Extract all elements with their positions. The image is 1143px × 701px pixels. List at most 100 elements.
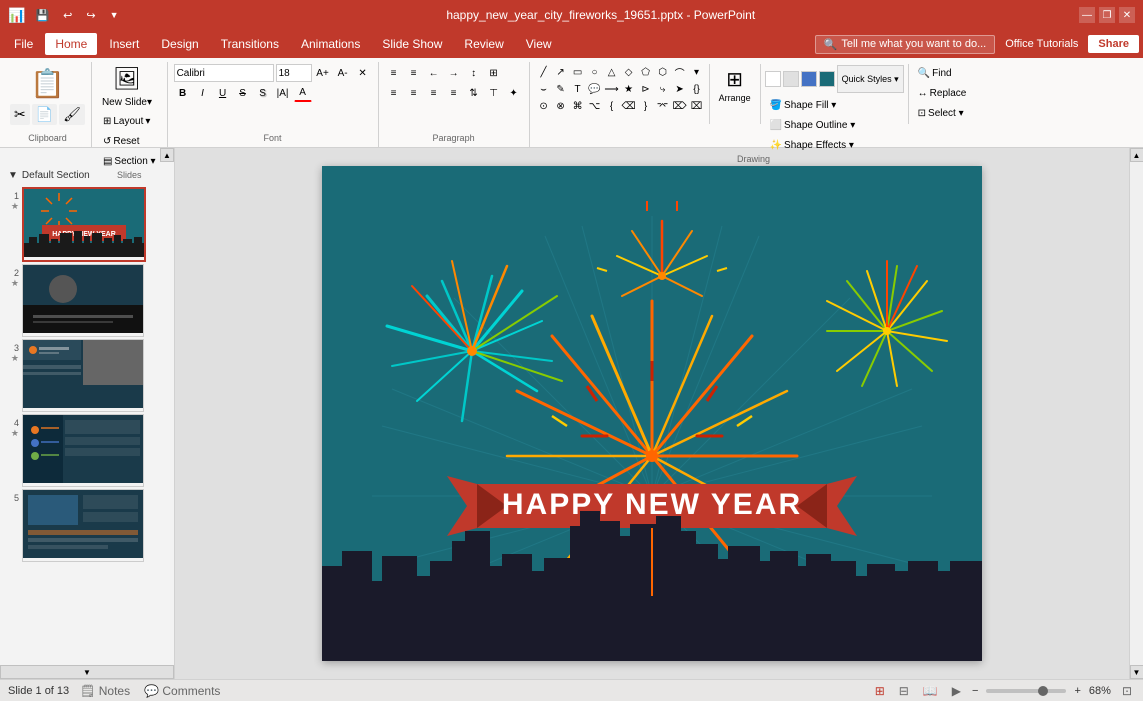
menu-review[interactable]: Review bbox=[454, 33, 513, 55]
shape-action[interactable]: ⊙ bbox=[536, 98, 552, 114]
find-button[interactable]: 🔍 Find bbox=[913, 64, 972, 82]
align-text-button[interactable]: ⊤ bbox=[485, 84, 503, 102]
reading-view-button[interactable]: 📖 bbox=[920, 683, 941, 699]
shape-hexagon[interactable]: ⬡ bbox=[655, 64, 671, 80]
style-swatch-2[interactable] bbox=[783, 71, 799, 87]
strikethrough-button[interactable]: S bbox=[234, 84, 252, 102]
shape-arrow[interactable]: ↗ bbox=[553, 64, 569, 80]
increase-indent-button[interactable]: → bbox=[445, 64, 463, 82]
style-swatch-1[interactable] bbox=[765, 71, 781, 87]
shape-triangle[interactable]: △ bbox=[604, 64, 620, 80]
copy-button[interactable]: 📄 bbox=[32, 104, 57, 125]
bullets-button[interactable]: ≡ bbox=[385, 64, 403, 82]
slide-thumb-4[interactable] bbox=[22, 414, 144, 487]
replace-button[interactable]: ↔ Replace bbox=[913, 84, 972, 102]
paste-button[interactable]: 📋 bbox=[27, 64, 68, 103]
quick-styles-button[interactable]: Quick Styles ▾ bbox=[837, 65, 904, 93]
shape-ribbon[interactable]: ⌘ bbox=[570, 98, 586, 114]
shape-rect[interactable]: ▭ bbox=[570, 64, 586, 80]
underline-button[interactable]: U bbox=[214, 84, 232, 102]
slideshow-button[interactable]: ▶ bbox=[949, 683, 964, 699]
columns-button[interactable]: ⊞ bbox=[485, 64, 503, 82]
share-button[interactable]: Share bbox=[1088, 35, 1139, 53]
menu-design[interactable]: Design bbox=[151, 33, 208, 55]
font-name-input[interactable] bbox=[174, 64, 274, 82]
increase-font-size-button[interactable]: A+ bbox=[314, 64, 332, 82]
qat-undo[interactable]: ↩ bbox=[59, 7, 76, 24]
align-left-button[interactable]: ≡ bbox=[385, 84, 403, 102]
select-button[interactable]: ⊡ Select ▾ bbox=[913, 104, 972, 122]
scroll-right-up[interactable]: ▲ bbox=[1130, 148, 1143, 162]
shape-custom3[interactable]: ⌧ bbox=[689, 98, 705, 114]
shadow-button[interactable]: S bbox=[254, 84, 272, 102]
shape-effects-button[interactable]: ✨ Shape Effects ▾ bbox=[765, 136, 904, 154]
shape-more[interactable]: ▾ bbox=[689, 64, 705, 80]
shape-connector[interactable]: ⤷ bbox=[655, 81, 671, 97]
shape-freeform[interactable]: ✎ bbox=[553, 81, 569, 97]
office-tutorials-link[interactable]: Office Tutorials bbox=[1005, 38, 1078, 50]
shape-arrow2[interactable]: ⟶ bbox=[604, 81, 620, 97]
menu-view[interactable]: View bbox=[516, 33, 562, 55]
fit-slide-button[interactable]: ⊡ bbox=[1119, 683, 1135, 699]
menu-transitions[interactable]: Transitions bbox=[211, 33, 289, 55]
shape-process[interactable]: ⊳ bbox=[638, 81, 654, 97]
slide-thumb-1[interactable]: HAPPY NEW YEAR bbox=[22, 187, 146, 262]
arrange-button[interactable]: ⊞ Arrange bbox=[714, 64, 756, 120]
slide-sorter-button[interactable]: ⊟ bbox=[896, 683, 912, 699]
shape-text[interactable]: T bbox=[570, 81, 586, 97]
shape-curve[interactable]: ⌣ bbox=[536, 81, 552, 97]
menu-slideshow[interactable]: Slide Show bbox=[372, 33, 452, 55]
slide-thumb-5[interactable] bbox=[22, 489, 144, 562]
slide-canvas[interactable]: HAPPY NEW YEAR bbox=[322, 166, 982, 661]
decrease-indent-button[interactable]: ← bbox=[425, 64, 443, 82]
bold-button[interactable]: B bbox=[174, 84, 192, 102]
numbering-button[interactable]: ≡ bbox=[405, 64, 423, 82]
layout-button[interactable]: ⊞ Layout ▾ bbox=[98, 112, 161, 130]
scroll-down-button[interactable]: ▼ bbox=[0, 665, 174, 679]
menu-home[interactable]: Home bbox=[45, 33, 97, 55]
shape-banner[interactable]: ⌥ bbox=[587, 98, 603, 114]
shape-fill-button[interactable]: 🪣 Shape Fill ▾ bbox=[765, 96, 904, 114]
cut-button[interactable]: ✂ bbox=[10, 104, 30, 125]
section-button[interactable]: ▤ Section ▾ bbox=[98, 152, 161, 170]
menu-insert[interactable]: Insert bbox=[99, 33, 149, 55]
scroll-up-button[interactable]: ▲ bbox=[160, 148, 174, 162]
spacing-button[interactable]: |A| bbox=[274, 84, 292, 102]
shape-curly[interactable]: { bbox=[604, 98, 620, 114]
reset-button[interactable]: ↺ Reset bbox=[98, 132, 161, 150]
zoom-slider[interactable] bbox=[986, 689, 1066, 693]
style-swatch-4[interactable] bbox=[819, 71, 835, 87]
shape-tab[interactable]: ⌫ bbox=[621, 98, 637, 114]
shape-misc1[interactable]: ⌒ bbox=[672, 64, 688, 80]
shape-block-arrow[interactable]: ➤ bbox=[672, 81, 688, 97]
shape-diamond[interactable]: ◇ bbox=[621, 64, 637, 80]
shape-brace[interactable]: } bbox=[638, 98, 654, 114]
menu-file[interactable]: File bbox=[4, 33, 43, 55]
convert-to-smartart-button[interactable]: ✦ bbox=[505, 84, 523, 102]
menu-animations[interactable]: Animations bbox=[291, 33, 370, 55]
zoom-thumb[interactable] bbox=[1038, 686, 1048, 696]
style-swatch-3[interactable] bbox=[801, 71, 817, 87]
font-size-input[interactable] bbox=[276, 64, 312, 82]
shape-custom1[interactable]: ⌤ bbox=[655, 98, 671, 114]
shape-equation[interactable]: {} bbox=[689, 81, 705, 97]
shape-callout[interactable]: 💬 bbox=[587, 81, 603, 97]
shape-oval[interactable]: ○ bbox=[587, 64, 603, 80]
shape-flow[interactable]: ⊗ bbox=[553, 98, 569, 114]
decrease-font-size-button[interactable]: A- bbox=[334, 64, 352, 82]
qat-customize[interactable]: ▼ bbox=[106, 8, 123, 22]
comments-button[interactable]: 💬 Comments bbox=[141, 683, 223, 699]
align-right-button[interactable]: ≡ bbox=[425, 84, 443, 102]
scroll-right-down[interactable]: ▼ bbox=[1130, 665, 1143, 679]
minimize-button[interactable]: — bbox=[1079, 7, 1095, 23]
new-slide-button[interactable]: New Slide ▾ bbox=[98, 94, 156, 110]
shape-line[interactable]: ╱ bbox=[536, 64, 552, 80]
normal-view-button[interactable]: ⊞ bbox=[872, 683, 888, 699]
tell-me-box[interactable]: 🔍 Tell me what you want to do... bbox=[815, 35, 996, 54]
slide-thumb-3[interactable] bbox=[22, 339, 144, 412]
qat-redo[interactable]: ↪ bbox=[82, 7, 99, 24]
shape-outline-button[interactable]: ⬜ Shape Outline ▾ bbox=[765, 116, 904, 134]
restore-button[interactable]: ❐ bbox=[1099, 7, 1115, 23]
format-painter-button[interactable]: 🖌 bbox=[59, 104, 85, 125]
close-button[interactable]: ✕ bbox=[1119, 7, 1135, 23]
